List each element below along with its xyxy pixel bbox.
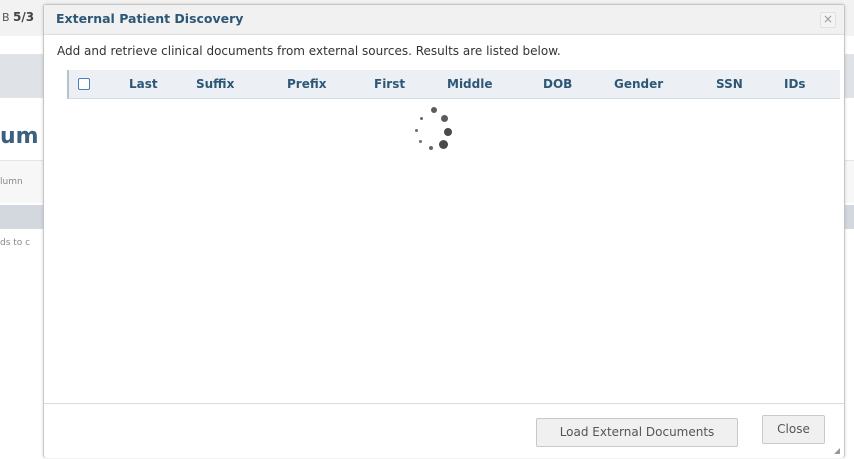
- dialog-title: External Patient Discovery: [56, 11, 244, 26]
- external-patient-discovery-dialog: External Patient Discovery × Add and ret…: [43, 4, 845, 458]
- background-heading: um: [0, 124, 39, 149]
- resize-grip-icon[interactable]: [834, 448, 840, 454]
- close-icon[interactable]: ×: [820, 12, 836, 28]
- column-header-middle[interactable]: Middle: [447, 77, 493, 91]
- column-header-prefix[interactable]: Prefix: [287, 77, 327, 91]
- dialog-description: Add and retrieve clinical documents from…: [57, 44, 561, 58]
- column-header-last[interactable]: Last: [129, 77, 158, 91]
- column-header-ids[interactable]: IDs: [784, 77, 806, 91]
- loading-spinner-icon: [411, 107, 452, 157]
- background-fields-label: ds to c: [0, 238, 31, 248]
- column-header-first[interactable]: First: [374, 77, 405, 91]
- column-header-suffix[interactable]: Suffix: [196, 77, 234, 91]
- background-date: B 5/3: [2, 10, 35, 24]
- select-all-checkbox[interactable]: [78, 78, 90, 90]
- background-column-label: lumn: [0, 177, 23, 187]
- column-header-dob[interactable]: DOB: [543, 77, 572, 91]
- load-external-documents-button[interactable]: Load External Documents: [536, 418, 738, 447]
- dialog-footer: Load External Documents Close: [44, 403, 844, 458]
- dialog-titlebar[interactable]: External Patient Discovery ×: [44, 5, 844, 35]
- results-grid-header: Last Suffix Prefix First Middle DOB Gend…: [67, 70, 840, 99]
- column-header-gender[interactable]: Gender: [614, 77, 663, 91]
- close-button[interactable]: Close: [762, 415, 825, 444]
- column-header-ssn[interactable]: SSN: [716, 77, 743, 91]
